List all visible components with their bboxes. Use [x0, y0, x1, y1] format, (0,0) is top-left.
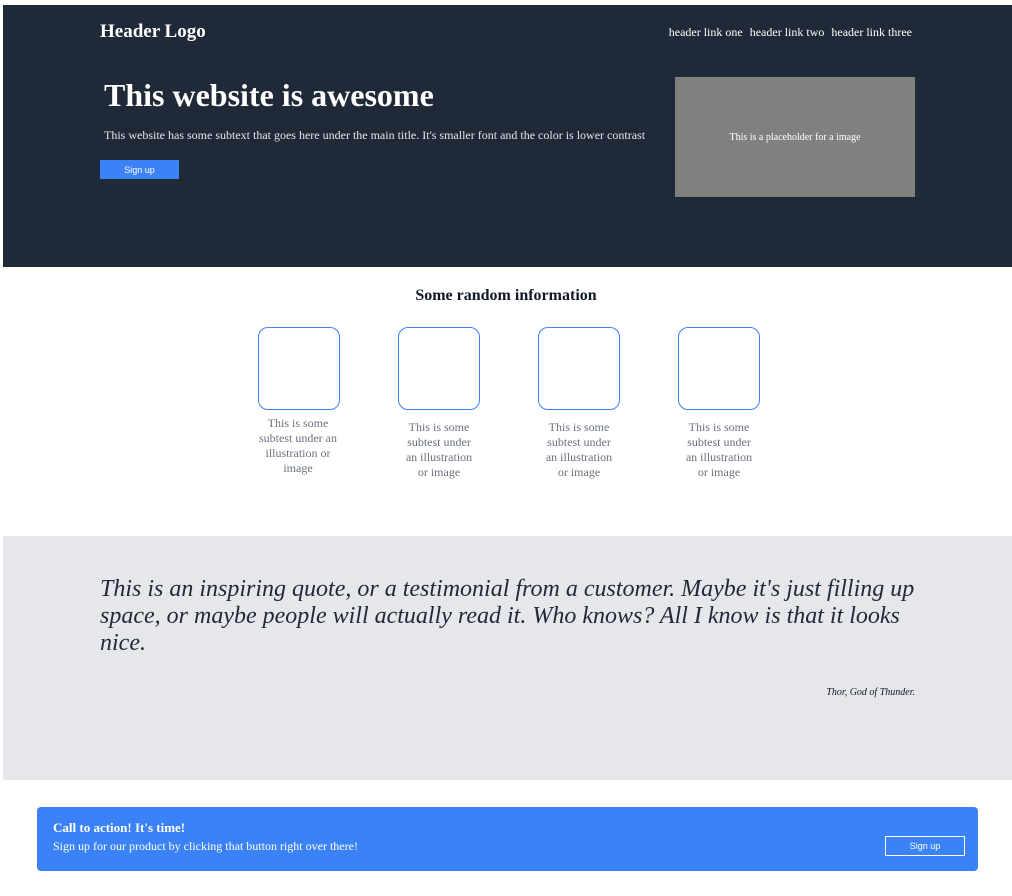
card-illustration-1 [258, 327, 340, 410]
info-title: Some random information [415, 287, 597, 304]
testimonial-quote: This is an inspiring quote, or a testimo… [100, 576, 915, 656]
card-caption-3: This is some subtest under an illustrati… [545, 420, 613, 479]
card-caption-4: This is some subtest under an illustrati… [685, 420, 753, 479]
call-to-action-banner: Call to action! It's time! Sign up for o… [37, 807, 978, 871]
hero-image-placeholder: This is a placeholder for a image [675, 77, 915, 197]
nav-link-three[interactable]: header link three [831, 25, 912, 40]
quote-section: This is an inspiring quote, or a testimo… [3, 536, 1012, 780]
card-illustration-2 [398, 327, 480, 410]
cta-signup-button[interactable]: Sign up [885, 836, 965, 856]
hero-title: This website is awesome [104, 77, 434, 113]
cta-title: Call to action! It's time! [53, 820, 186, 835]
card-caption-2: This is some subtest under an illustrati… [405, 420, 473, 479]
header-nav: header link one header link two header l… [669, 25, 912, 40]
nav-link-two[interactable]: header link two [750, 25, 825, 40]
hero-image-placeholder-label: This is a placeholder for a image [729, 131, 861, 143]
card-illustration-4 [678, 327, 760, 410]
card-illustration-3 [538, 327, 620, 410]
cta-subtitle: Sign up for our product by clicking that… [53, 839, 358, 853]
card-caption-1: This is some subtest under an illustrati… [259, 416, 337, 475]
header-logo[interactable]: Header Logo [100, 21, 206, 43]
hero-signup-button[interactable]: Sign up [100, 160, 179, 179]
hero-subtitle: This website has some subtext that goes … [104, 128, 646, 142]
nav-link-one[interactable]: header link one [669, 25, 743, 40]
hero-section: Header Logo header link one header link … [3, 5, 1012, 267]
quote-author: Thor, God of Thunder. [826, 687, 915, 698]
